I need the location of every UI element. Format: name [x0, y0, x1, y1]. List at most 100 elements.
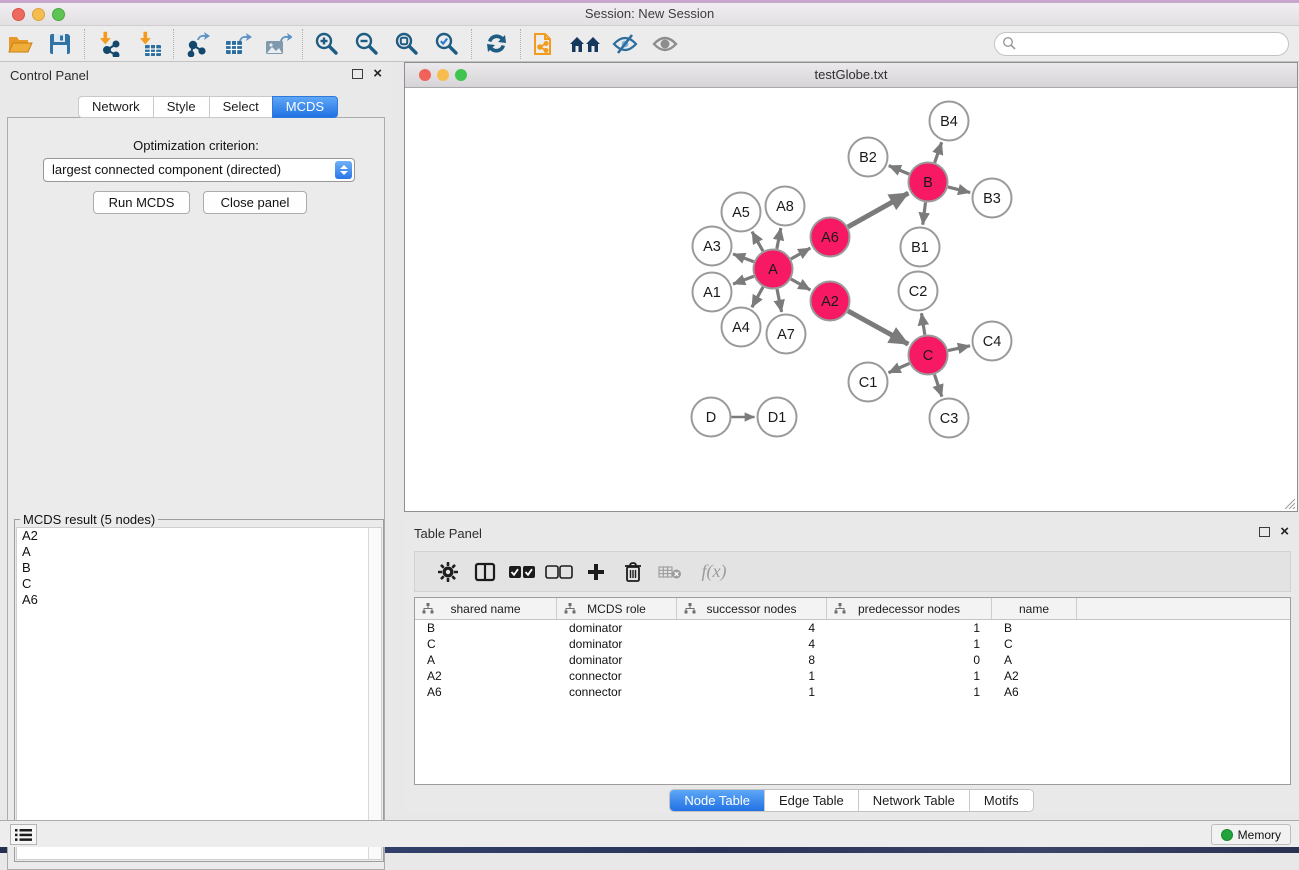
result-item[interactable]: A6	[17, 592, 381, 608]
memory-button[interactable]: Memory	[1211, 824, 1291, 845]
edge-C-C1[interactable]	[889, 363, 910, 372]
table-settings-button[interactable]	[429, 555, 466, 589]
table-cell[interactable]: 8	[677, 652, 827, 668]
tab-mcds[interactable]: MCDS	[272, 96, 338, 118]
open-file-button[interactable]	[0, 28, 40, 60]
export-table-button[interactable]	[218, 28, 258, 60]
table-cell[interactable]: 1	[677, 668, 827, 684]
select-all-button[interactable]	[503, 555, 540, 589]
table-cell[interactable]: C	[415, 636, 557, 652]
show-hidden-button[interactable]	[645, 28, 685, 60]
edge-A-A6[interactable]	[791, 248, 811, 259]
edge-A-A4[interactable]	[752, 287, 763, 307]
tab-motifs[interactable]: Motifs	[970, 790, 1033, 811]
delete-column-button[interactable]	[614, 555, 651, 589]
network-maximize-button[interactable]	[455, 69, 467, 81]
network-minimize-button[interactable]	[437, 69, 449, 81]
tab-style[interactable]: Style	[153, 96, 209, 118]
network-window-titlebar[interactable]: testGlobe.txt	[405, 63, 1297, 88]
edge-C-C4[interactable]	[948, 346, 970, 351]
table-cell[interactable]: A2	[415, 668, 557, 684]
minimize-window-button[interactable]	[32, 8, 45, 21]
add-column-button[interactable]	[577, 555, 614, 589]
column-header-shared-name[interactable]: shared name	[415, 598, 557, 619]
close-table-panel-icon[interactable]: ×	[1280, 527, 1289, 537]
column-header-name[interactable]: name	[992, 598, 1077, 619]
criterion-select[interactable]: largest connected component (directed)	[43, 158, 355, 182]
run-mcds-button[interactable]: Run MCDS	[93, 191, 190, 214]
deselect-all-button[interactable]	[540, 555, 577, 589]
table-cell[interactable]: B	[992, 620, 1077, 636]
tab-network-table[interactable]: Network Table	[859, 790, 970, 811]
edge-A-A3[interactable]	[733, 254, 754, 262]
zoom-out-button[interactable]	[347, 28, 387, 60]
edge-A-A8[interactable]	[777, 228, 781, 249]
edge-A-A2[interactable]	[791, 279, 811, 290]
result-item[interactable]: B	[17, 560, 381, 576]
table-cell[interactable]: 4	[677, 620, 827, 636]
edge-C-C2[interactable]	[921, 313, 924, 335]
table-cell[interactable]: 0	[827, 652, 992, 668]
close-window-button[interactable]	[12, 8, 25, 21]
export-network-button[interactable]	[178, 28, 218, 60]
hide-selected-button[interactable]	[605, 28, 645, 60]
table-cell[interactable]: connector	[557, 684, 677, 700]
table-row[interactable]: A2connector11A2	[415, 668, 1290, 684]
edge-A2-C[interactable]	[848, 311, 908, 344]
column-header-predecessor-nodes[interactable]: predecessor nodes	[827, 598, 992, 619]
table-cell[interactable]: 1	[827, 636, 992, 652]
table-cell[interactable]: A	[415, 652, 557, 668]
table-row[interactable]: Adominator80A	[415, 652, 1290, 668]
column-header-MCDS-role[interactable]: MCDS role	[557, 598, 677, 619]
maximize-window-button[interactable]	[52, 8, 65, 21]
close-panel-icon[interactable]: ×	[373, 69, 382, 79]
edge-A-A7[interactable]	[777, 289, 782, 312]
network-close-button[interactable]	[419, 69, 431, 81]
save-session-button[interactable]	[40, 28, 80, 60]
table-row[interactable]: Bdominator41B	[415, 620, 1290, 636]
table-cell[interactable]: 1	[827, 620, 992, 636]
float-panel-icon[interactable]	[352, 69, 363, 79]
zoom-selected-button[interactable]	[427, 28, 467, 60]
column-header-successor-nodes[interactable]: successor nodes	[677, 598, 827, 619]
apply-function-button[interactable]: f(x)	[688, 555, 740, 589]
table-cell[interactable]: B	[415, 620, 557, 636]
table-cell[interactable]: 1	[827, 684, 992, 700]
edge-B-B3[interactable]	[948, 187, 970, 193]
result-item[interactable]: A2	[17, 528, 381, 544]
table-cell[interactable]: 1	[827, 668, 992, 684]
network-graph[interactable]: B4B2BB3A8A5A6A3B1AA1C2A2A4A7C4CC1C3DD1	[405, 88, 1297, 511]
export-image-button[interactable]	[258, 28, 298, 60]
table-cell[interactable]: dominator	[557, 652, 677, 668]
table-row[interactable]: A6connector11A6	[415, 684, 1290, 700]
result-item[interactable]: C	[17, 576, 381, 592]
table-cell[interactable]: 1	[677, 684, 827, 700]
table-cell[interactable]: C	[992, 636, 1077, 652]
table-row[interactable]: Cdominator41C	[415, 636, 1290, 652]
table-cell[interactable]: 4	[677, 636, 827, 652]
edge-A6-B[interactable]	[848, 193, 909, 227]
tab-edge-table[interactable]: Edge Table	[765, 790, 859, 811]
table-cell[interactable]: A	[992, 652, 1077, 668]
table-cell[interactable]: A2	[992, 668, 1077, 684]
close-panel-button[interactable]: Close panel	[203, 191, 307, 214]
edge-B-B2[interactable]	[889, 166, 909, 174]
import-table-button[interactable]	[129, 28, 169, 60]
float-table-panel-icon[interactable]	[1259, 527, 1270, 537]
column-layout-button[interactable]	[466, 555, 503, 589]
table-cell[interactable]: dominator	[557, 620, 677, 636]
table-cell[interactable]: A6	[415, 684, 557, 700]
zoom-in-button[interactable]	[307, 28, 347, 60]
task-history-button[interactable]	[10, 824, 37, 845]
edge-C-C3[interactable]	[934, 374, 941, 396]
result-item[interactable]: A	[17, 544, 381, 560]
edge-B-B1[interactable]	[923, 202, 926, 224]
mcds-result-list[interactable]: A2ABCA6	[16, 527, 382, 860]
import-network-button[interactable]	[89, 28, 129, 60]
table-cell[interactable]: connector	[557, 668, 677, 684]
zoom-fit-button[interactable]	[387, 28, 427, 60]
tab-node-table[interactable]: Node Table	[670, 790, 765, 811]
search-input[interactable]	[994, 32, 1289, 56]
tab-select[interactable]: Select	[209, 96, 272, 118]
resize-grip-icon[interactable]	[1283, 497, 1295, 509]
